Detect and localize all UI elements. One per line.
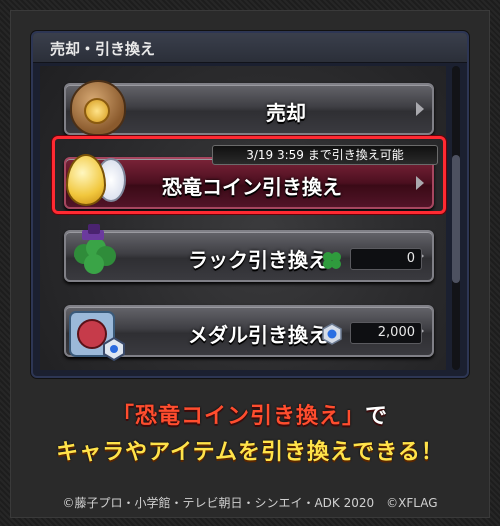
- scrollbar-thumb[interactable]: [452, 155, 460, 283]
- medal-icon: [69, 311, 125, 362]
- highlight-frame: [52, 136, 446, 214]
- medal-count: 2,000: [350, 322, 422, 344]
- luck-count: 0: [350, 248, 422, 270]
- coin-icon: [84, 98, 110, 124]
- promo-highlight: 「恐竜コイン引き換え」: [111, 404, 365, 429]
- panel-title: 売却・引き換え: [50, 40, 156, 58]
- small-clover-icon: [323, 252, 341, 269]
- sell-label: 売却: [266, 101, 306, 125]
- clover-icon: [74, 224, 116, 274]
- right-arrow-icon: [416, 102, 424, 116]
- small-medal-icon: [322, 323, 342, 345]
- promo-line-2: キャラやアイテムを引き換えできる！: [56, 440, 444, 465]
- promo-suffix: で: [365, 404, 389, 429]
- copyright-text: ©藤子プロ・小学館・テレビ朝日・シンエイ・ADK 2020 ©XFLAG: [62, 496, 438, 510]
- promo-line-1: 「恐竜コイン引き換え」で: [0, 398, 500, 430]
